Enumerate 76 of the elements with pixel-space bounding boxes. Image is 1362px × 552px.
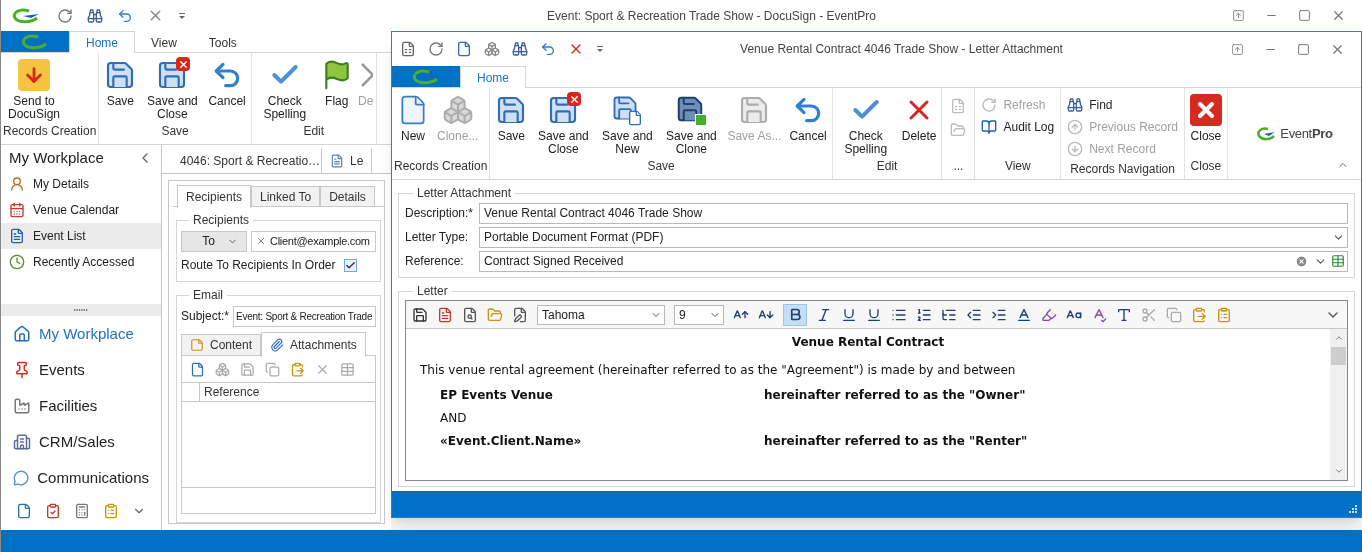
ribbon-button[interactable]: Check Spelling [834, 92, 897, 156]
group-label: Edit [876, 158, 898, 175]
ribbon-button[interactable]: Save and Close [141, 57, 204, 121]
ribbon-button[interactable]: Cancel [205, 57, 249, 108]
dialog-title: Venue Rental Contract 4046 Trade Show - Letter Attachment [739, 41, 1064, 58]
sidebar-item[interactable]: Event List [1, 223, 161, 249]
document-tab[interactable]: Le [322, 148, 373, 173]
recipient-field[interactable]: Client@example.com [251, 230, 376, 252]
font-dropdown[interactable]: Tahoma [537, 304, 665, 325]
party-role: hereinafter referred to as the "Renter" [764, 433, 1028, 450]
ribbon-button[interactable]: Flag [317, 57, 356, 108]
field-label: Reference: [405, 253, 465, 270]
group-label: Records Navigation [1070, 161, 1175, 178]
letter-type-dropdown[interactable]: Portable Document Format (PDF) [479, 226, 1348, 248]
email-tab[interactable]: Content [181, 334, 262, 355]
description-field[interactable]: Venue Rental Contract 4046 Trade Show [479, 202, 1348, 224]
ribbon-button[interactable]: Save [101, 57, 140, 108]
nav-item[interactable]: Communications [1, 460, 161, 496]
group-label: Records Creation [3, 123, 97, 140]
ribbon-button[interactable]: New [394, 92, 432, 143]
ribbon-button[interactable]: Save [492, 92, 531, 143]
ribbon-button[interactable]: Save and Clone [660, 92, 723, 156]
window-title: Event: Sport & Recreation Trade Show - DocuSign - EventPro [546, 7, 877, 25]
nav-item[interactable]: Facilities [1, 388, 161, 424]
brand-name: EventPro [1280, 124, 1333, 143]
ribbon-button[interactable]: Save and New [596, 92, 659, 156]
nav-item[interactable]: CRM/Sales [1, 424, 161, 460]
ribbon-tab[interactable]: Tools [192, 31, 253, 54]
nav-item[interactable]: My Workplace [1, 316, 161, 352]
subject-field[interactable]: Event: Sport & Recreation Trade [233, 305, 376, 327]
group-title: Letter Attachment [416, 185, 513, 202]
group-title: Letter [416, 283, 449, 300]
party-role: hereinafter referred to as the "Owner" [764, 387, 1026, 404]
ribbon-button[interactable]: Close [1186, 92, 1225, 143]
document-tab[interactable]: 4046: Sport & Recreatio… [162, 148, 322, 173]
ribbon-tab[interactable]: Home [69, 31, 135, 54]
ribbon-tab[interactable]: View [135, 31, 193, 54]
subject-label: Subject:* [181, 308, 230, 325]
field-label: Letter Type: [405, 229, 470, 246]
group-label: ... [953, 158, 964, 175]
sidebar-item[interactable]: Venue Calendar [1, 197, 161, 223]
group-title: Recipients [192, 212, 251, 229]
route-label: Route To Recipients In Order [181, 257, 336, 274]
reference-field[interactable]: Contract Signed Received [479, 250, 1348, 272]
record-tab[interactable]: Recipients [177, 185, 252, 208]
letter-heading: Venue Rental Contract [791, 334, 945, 351]
party-name: EP Events Venue [440, 387, 554, 404]
group-label: Save [161, 123, 189, 140]
ribbon-tab[interactable]: Home [460, 66, 526, 89]
ribbon-button[interactable]: Check Spelling [253, 57, 316, 121]
font-size-dropdown[interactable]: 9 [674, 304, 724, 325]
group-label: Edit [303, 123, 325, 140]
record-tab[interactable]: Linked To [251, 186, 321, 206]
conjunction-text: AND [440, 410, 467, 427]
record-tab[interactable]: Details [320, 186, 375, 206]
sidebar-item[interactable]: My Details [1, 171, 161, 197]
party-name: «Event.Client.Name» [440, 433, 583, 450]
ribbon-button[interactable]: Save and Close [532, 92, 595, 156]
group-label: View [1004, 158, 1031, 175]
field-label: Description:* [405, 205, 475, 222]
ribbon-button[interactable]: Audit Log [977, 116, 1059, 138]
sidebar-title: My Workplace [9, 147, 104, 168]
ribbon-button[interactable]: Delete [898, 92, 940, 143]
ribbon-button[interactable]: Find [1063, 94, 1182, 116]
column-header[interactable]: Reference [200, 383, 264, 401]
group-label: Records Creation [394, 158, 488, 175]
ribbon-button[interactable]: Send to DocuSign [3, 57, 65, 121]
group-label: Close [1190, 158, 1222, 175]
sidebar-item[interactable]: Recently Accessed [1, 249, 161, 275]
group-title: Email [192, 287, 224, 304]
email-tab[interactable]: Attachments [261, 332, 366, 357]
recipient-type-dropdown[interactable]: To [181, 230, 247, 252]
ribbon-button[interactable]: Cancel [786, 92, 830, 143]
group-label: Save [647, 158, 675, 175]
nav-item[interactable]: Events [1, 352, 161, 388]
letter-paragraph: This venue rental agreement (hereinafter referred to as the "Agreement") is made by and between [420, 362, 1017, 379]
